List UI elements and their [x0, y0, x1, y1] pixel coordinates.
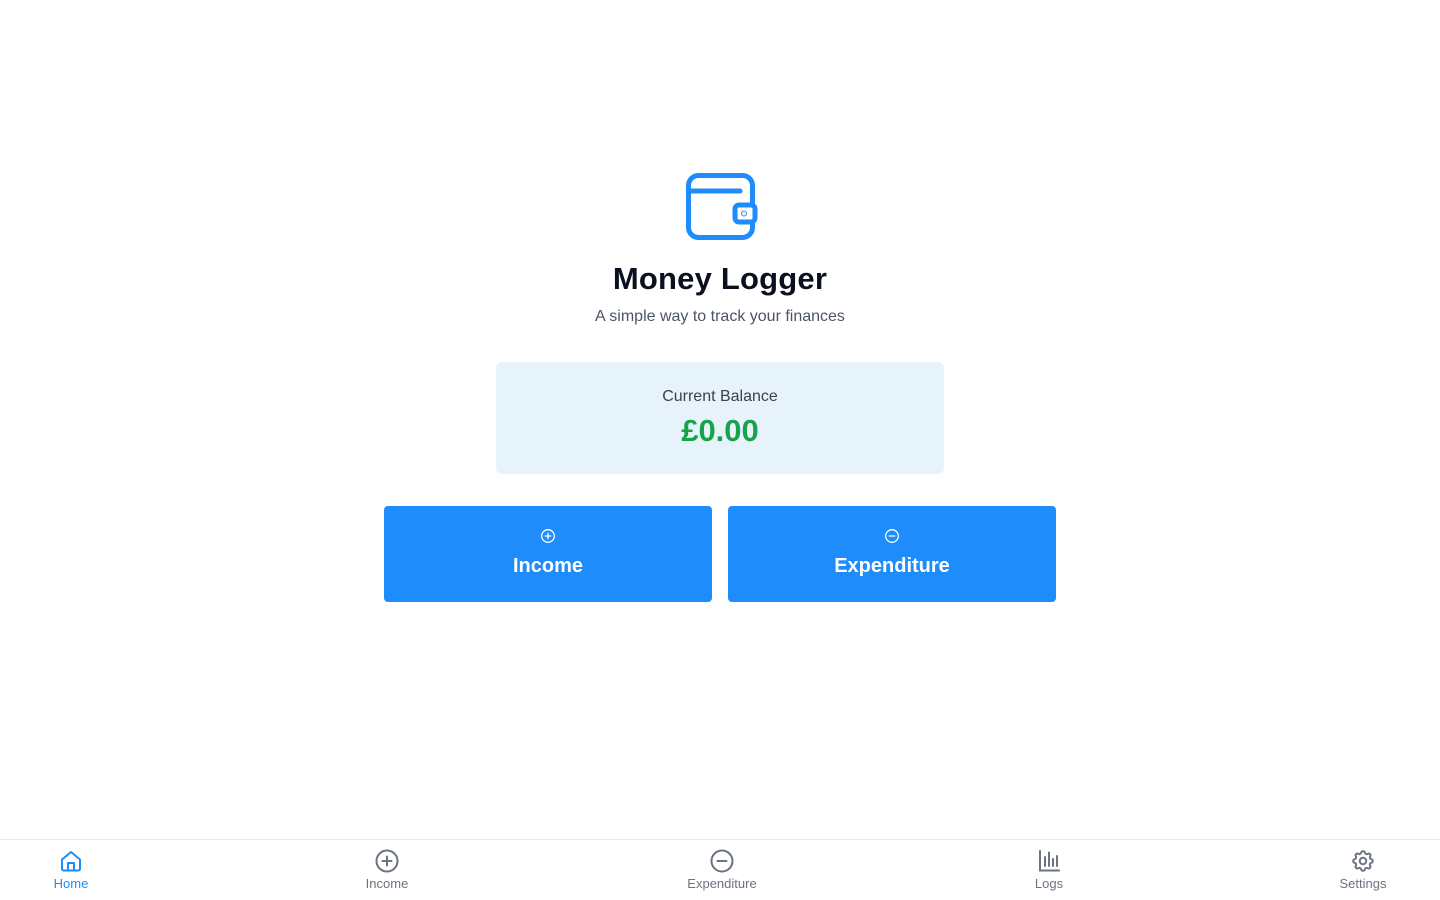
app-title: Money Logger: [612, 261, 828, 296]
nav-label-logs: Logs: [1034, 876, 1064, 891]
plus-circle-icon: [375, 849, 399, 873]
home-icon: [61, 851, 81, 872]
home-screen: Money Logger A simple way to track your …: [0, 0, 1440, 839]
add-income-label: Income: [512, 555, 584, 577]
nav-item-expenditure[interactable]: Expenditure: [662, 840, 782, 900]
nav-label-home: Home: [53, 876, 89, 891]
nav-item-income[interactable]: Income: [327, 840, 447, 900]
nav-item-home[interactable]: Home: [11, 840, 131, 900]
add-income-button[interactable]: Income: [384, 506, 712, 602]
nav-label-settings: Settings: [1339, 876, 1387, 891]
app-subtitle: A simple way to track your finances: [595, 308, 845, 325]
balance-card: Current Balance £0.00: [496, 362, 944, 474]
minus-circle-icon: [885, 529, 899, 543]
bottom-nav: Home Income Expenditure Logs Settings: [0, 839, 1440, 900]
balance-label: Current Balance: [662, 388, 778, 405]
gear-icon: [1352, 850, 1374, 872]
plus-circle-icon: [541, 529, 555, 543]
nav-label-expenditure: Expenditure: [687, 876, 757, 891]
add-expenditure-button[interactable]: Expenditure: [728, 506, 1056, 602]
wallet-icon: [686, 173, 758, 240]
nav-item-logs[interactable]: Logs: [989, 840, 1109, 900]
minus-circle-icon: [710, 849, 734, 873]
nav-label-income: Income: [365, 876, 409, 891]
nav-item-settings[interactable]: Settings: [1303, 840, 1423, 900]
balance-value: £0.00: [681, 413, 759, 448]
bar-chart-icon: [1039, 850, 1060, 872]
app-root: Money Logger A simple way to track your …: [0, 0, 1440, 900]
add-expenditure-label: Expenditure: [834, 555, 950, 577]
